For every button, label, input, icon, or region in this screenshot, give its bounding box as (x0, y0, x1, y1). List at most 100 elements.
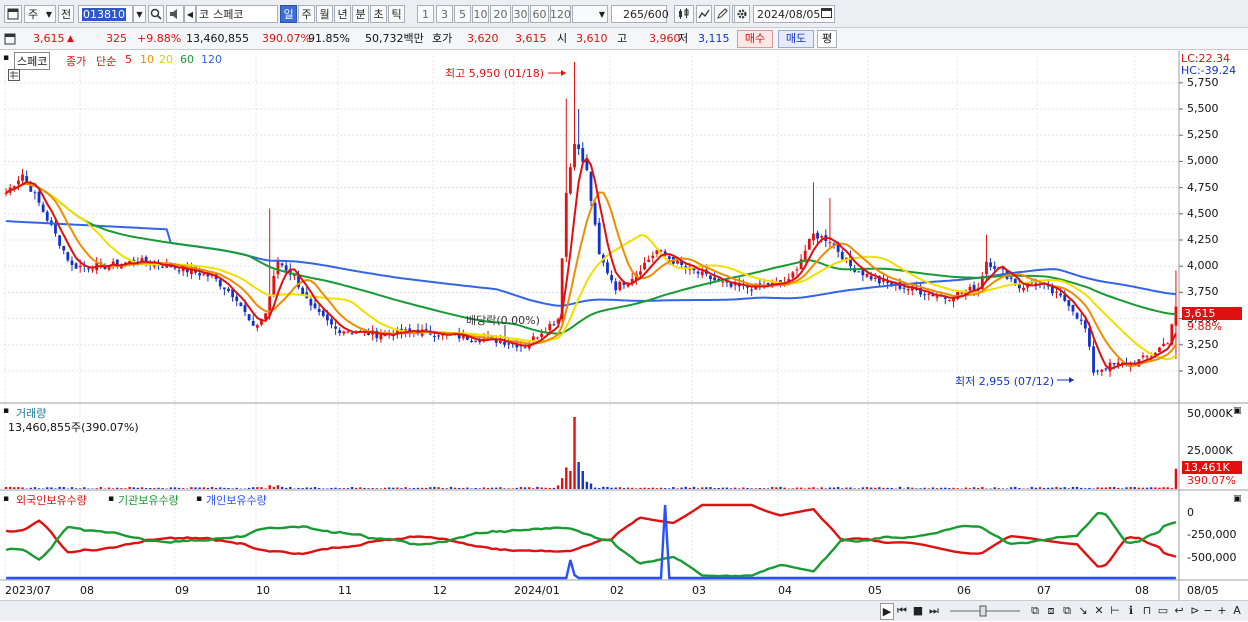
x-axis-label: 10 (256, 584, 270, 597)
holding-menu-icon[interactable]: ▪ (3, 494, 9, 504)
interval-button-3[interactable]: 10 (472, 5, 489, 23)
font-size-icon[interactable]: A (1230, 603, 1244, 618)
candle-body (829, 242, 832, 243)
interval-dropdown[interactable]: ▼ (572, 5, 608, 23)
stock-chart[interactable] (0, 51, 1248, 600)
code-dropdown-icon[interactable]: ▼ (133, 5, 146, 23)
volume-bar (1146, 488, 1148, 489)
interval-button-5[interactable]: 30 (512, 5, 529, 23)
period-tab-5[interactable]: 초 (370, 5, 387, 23)
shrink-icon[interactable]: ⊳ (1188, 603, 1202, 618)
scroll-last-icon[interactable]: ⏭ (928, 603, 940, 618)
prev-button[interactable]: 전 (58, 5, 74, 23)
volume-bar (561, 478, 563, 489)
period-tab-0[interactable]: 일 (280, 5, 297, 23)
market-select[interactable]: 주▼ (24, 5, 56, 23)
magnet-icon[interactable]: ⊓ (1140, 603, 1154, 618)
volume-bar (75, 488, 77, 489)
period-tab-1[interactable]: 주 (298, 5, 315, 23)
interval-button-4[interactable]: 20 (490, 5, 511, 23)
text-tool-icon[interactable]: ℹ (1124, 603, 1138, 618)
chart-scroll-bar: ▶ ⏮ ■ ⏭ ⧉ ⧈ ⧉ ↘ ✕ ⊢ ℹ ⊓ ▭ ↩ ⊳ − + A (0, 600, 1248, 621)
zoom-out-icon[interactable]: − (1202, 603, 1214, 618)
volume-bar (932, 487, 934, 489)
candle-body (66, 252, 69, 260)
line-tool-icon[interactable] (696, 5, 712, 23)
interval-button-0[interactable]: 1 (417, 5, 434, 23)
volume-current-tag: 13,461K (1182, 461, 1242, 474)
candle-body (536, 338, 539, 339)
volume-bar (750, 488, 752, 489)
quote-menu-icon[interactable] (0, 31, 14, 47)
back-icon[interactable]: ↩ (1172, 603, 1186, 618)
period-tab-6[interactable]: 틱 (388, 5, 405, 23)
volume-bar (722, 488, 724, 489)
candle-body (866, 274, 869, 277)
stock-name-field[interactable]: 코 스페코 (196, 5, 278, 23)
candle-body (1076, 313, 1079, 318)
capture-icon[interactable]: ▭ (1156, 603, 1170, 618)
volume-bar (433, 487, 435, 489)
volume-bar (969, 488, 971, 489)
candle-body (960, 293, 963, 294)
stop-icon[interactable]: ■ (912, 603, 924, 618)
candle-body (610, 275, 613, 280)
interval-button-7[interactable]: 120 (550, 5, 571, 23)
table-toggle-icon[interactable] (8, 69, 20, 81)
legend-menu-icon[interactable]: ▪ (3, 53, 9, 63)
legend-stock-name[interactable]: 스페코 (14, 52, 50, 70)
speaker-icon[interactable] (166, 5, 184, 23)
volume-menu-icon[interactable]: ▪ (3, 406, 9, 416)
zoom-in-icon[interactable]: + (1216, 603, 1228, 618)
settings-gear-icon[interactable] (734, 5, 750, 23)
average-button[interactable]: 평 (817, 30, 837, 48)
volume-bar (454, 488, 456, 489)
candle-body (227, 289, 230, 291)
date-field[interactable]: 2024/08/05 (753, 5, 835, 23)
interval-button-2[interactable]: 5 (454, 5, 471, 23)
volume-bar (149, 488, 151, 489)
stock-code-input[interactable]: 013810 (78, 5, 133, 23)
calendar-icon[interactable] (821, 7, 832, 21)
volume-close-icon[interactable]: ▣ (1233, 406, 1242, 416)
interval-button-1[interactable]: 3 (436, 5, 453, 23)
period-tab-2[interactable]: 월 (316, 5, 333, 23)
period-tab-4[interactable]: 분 (352, 5, 369, 23)
volume-value: 13,460,855주(390.07%) (8, 419, 139, 435)
cross-icon[interactable]: ✕ (1092, 603, 1106, 618)
interval-button-6[interactable]: 60 (530, 5, 549, 23)
legend-ma5: 5 (125, 53, 132, 66)
volume-bar (301, 488, 303, 489)
volume-bar (219, 487, 221, 489)
candle-body (618, 282, 621, 290)
volume-bar (779, 487, 781, 489)
pen-icon[interactable] (714, 5, 730, 23)
scroll-right-icon[interactable]: ▶ (880, 603, 894, 620)
sell-button[interactable]: 매도 (778, 30, 814, 48)
compare-icon[interactable]: ⧉ (1060, 603, 1074, 618)
holding-close-icon[interactable]: ▣ (1233, 494, 1242, 504)
split-icon[interactable]: ⧈ (1044, 603, 1058, 618)
candle-type-icon[interactable] (674, 5, 694, 23)
draw-icon[interactable]: ↘ (1076, 603, 1090, 618)
window-menu-icon[interactable] (4, 5, 22, 23)
zoom-slider[interactable] (948, 603, 1022, 618)
period-tab-3[interactable]: 년 (334, 5, 351, 23)
copy-icon[interactable]: ⧉ (1028, 603, 1042, 618)
candle-body (590, 172, 593, 201)
volume-bar (334, 488, 336, 489)
volume-bar (553, 488, 555, 489)
previous-stock-icon[interactable]: ◀ (184, 5, 196, 23)
count-field[interactable]: 265 /600 (611, 5, 667, 23)
candle-body (248, 314, 251, 320)
measure-icon[interactable]: ⊢ (1108, 603, 1122, 618)
search-icon[interactable] (148, 5, 164, 23)
scroll-first-icon[interactable]: ⏮ (896, 603, 908, 618)
candle-body (1105, 368, 1108, 369)
volume-bar (128, 487, 130, 489)
volume-bar (190, 487, 192, 489)
volume-bar (524, 487, 526, 489)
buy-button[interactable]: 매수 (737, 30, 773, 48)
volume-bar (1084, 488, 1086, 489)
volume-bar (643, 488, 645, 489)
